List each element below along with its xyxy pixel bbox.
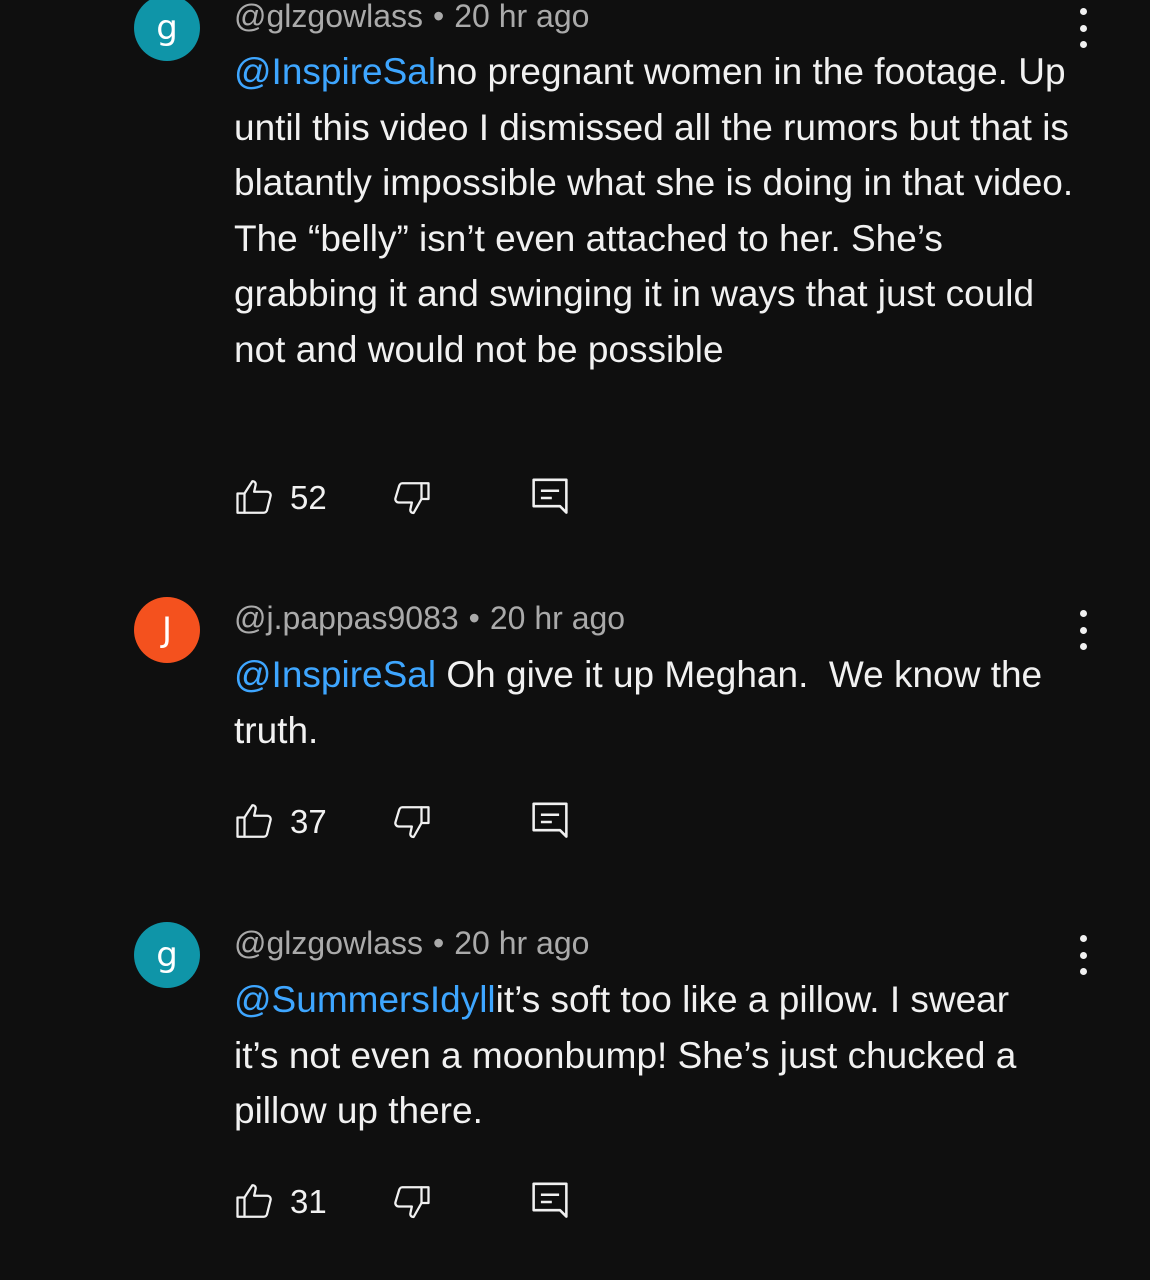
like-button[interactable] — [234, 476, 276, 518]
avatar-letter: J — [161, 610, 173, 650]
avatar[interactable]: g — [134, 0, 200, 61]
comment-body: no pregnant women in the footage. Up unt… — [234, 51, 1074, 370]
meta-separator: • — [468, 600, 480, 636]
comment-meta: @glzgowlass • 20 hr ago — [234, 0, 589, 36]
mention-link[interactable]: @SummersIdyll — [234, 979, 496, 1020]
dislike-button[interactable] — [390, 478, 432, 520]
comment-time: 20 hr ago — [454, 0, 590, 34]
comment-text: @SummersIdyllit’s soft too like a pillow… — [234, 972, 1034, 1139]
dislike-button[interactable] — [390, 802, 432, 844]
like-button[interactable] — [234, 1180, 276, 1222]
comment-time: 20 hr ago — [454, 925, 590, 961]
avatar-letter: g — [156, 935, 178, 975]
more-vert-icon[interactable] — [1066, 610, 1100, 650]
reply-icon — [530, 476, 570, 520]
comment-text: @InspireSal Oh give it up Meghan. We kno… — [234, 647, 1094, 758]
meta-separator: • — [433, 925, 445, 961]
like-count: 37 — [290, 803, 327, 840]
more-vert-icon[interactable] — [1066, 8, 1100, 48]
like-button[interactable] — [234, 800, 276, 842]
thumbs-up-icon — [234, 800, 276, 842]
comment-meta: @j.pappas9083 • 20 hr ago — [234, 598, 625, 638]
comment-author[interactable]: @j.pappas9083 — [234, 600, 459, 636]
avatar[interactable]: J — [134, 597, 200, 663]
thumbs-up-icon — [234, 476, 276, 518]
comment-text: @InspireSalno pregnant women in the foot… — [234, 44, 1094, 378]
reply-icon — [530, 800, 570, 844]
avatar-letter: g — [156, 8, 178, 48]
comment-time: 20 hr ago — [489, 600, 626, 636]
thumbs-down-icon — [390, 802, 432, 844]
reply-button[interactable] — [530, 1180, 570, 1224]
mention-link[interactable]: @InspireSal — [234, 51, 436, 92]
thumbs-down-icon — [390, 1182, 432, 1224]
reply-button[interactable] — [530, 800, 570, 844]
thumbs-up-icon — [234, 1180, 276, 1222]
more-vert-icon[interactable] — [1066, 935, 1100, 975]
reply-icon — [530, 1180, 570, 1224]
comment-author[interactable]: @glzgowlass — [234, 0, 423, 34]
avatar[interactable]: g — [134, 922, 200, 988]
comment-author[interactable]: @glzgowlass — [234, 925, 423, 961]
like-count: 52 — [290, 479, 327, 516]
reply-button[interactable] — [530, 476, 570, 520]
meta-separator: • — [433, 0, 445, 34]
dislike-button[interactable] — [390, 1182, 432, 1224]
mention-link[interactable]: @InspireSal — [234, 654, 436, 695]
comment-meta: @glzgowlass • 20 hr ago — [234, 923, 589, 963]
thumbs-down-icon — [390, 478, 432, 520]
like-count: 31 — [290, 1183, 327, 1220]
